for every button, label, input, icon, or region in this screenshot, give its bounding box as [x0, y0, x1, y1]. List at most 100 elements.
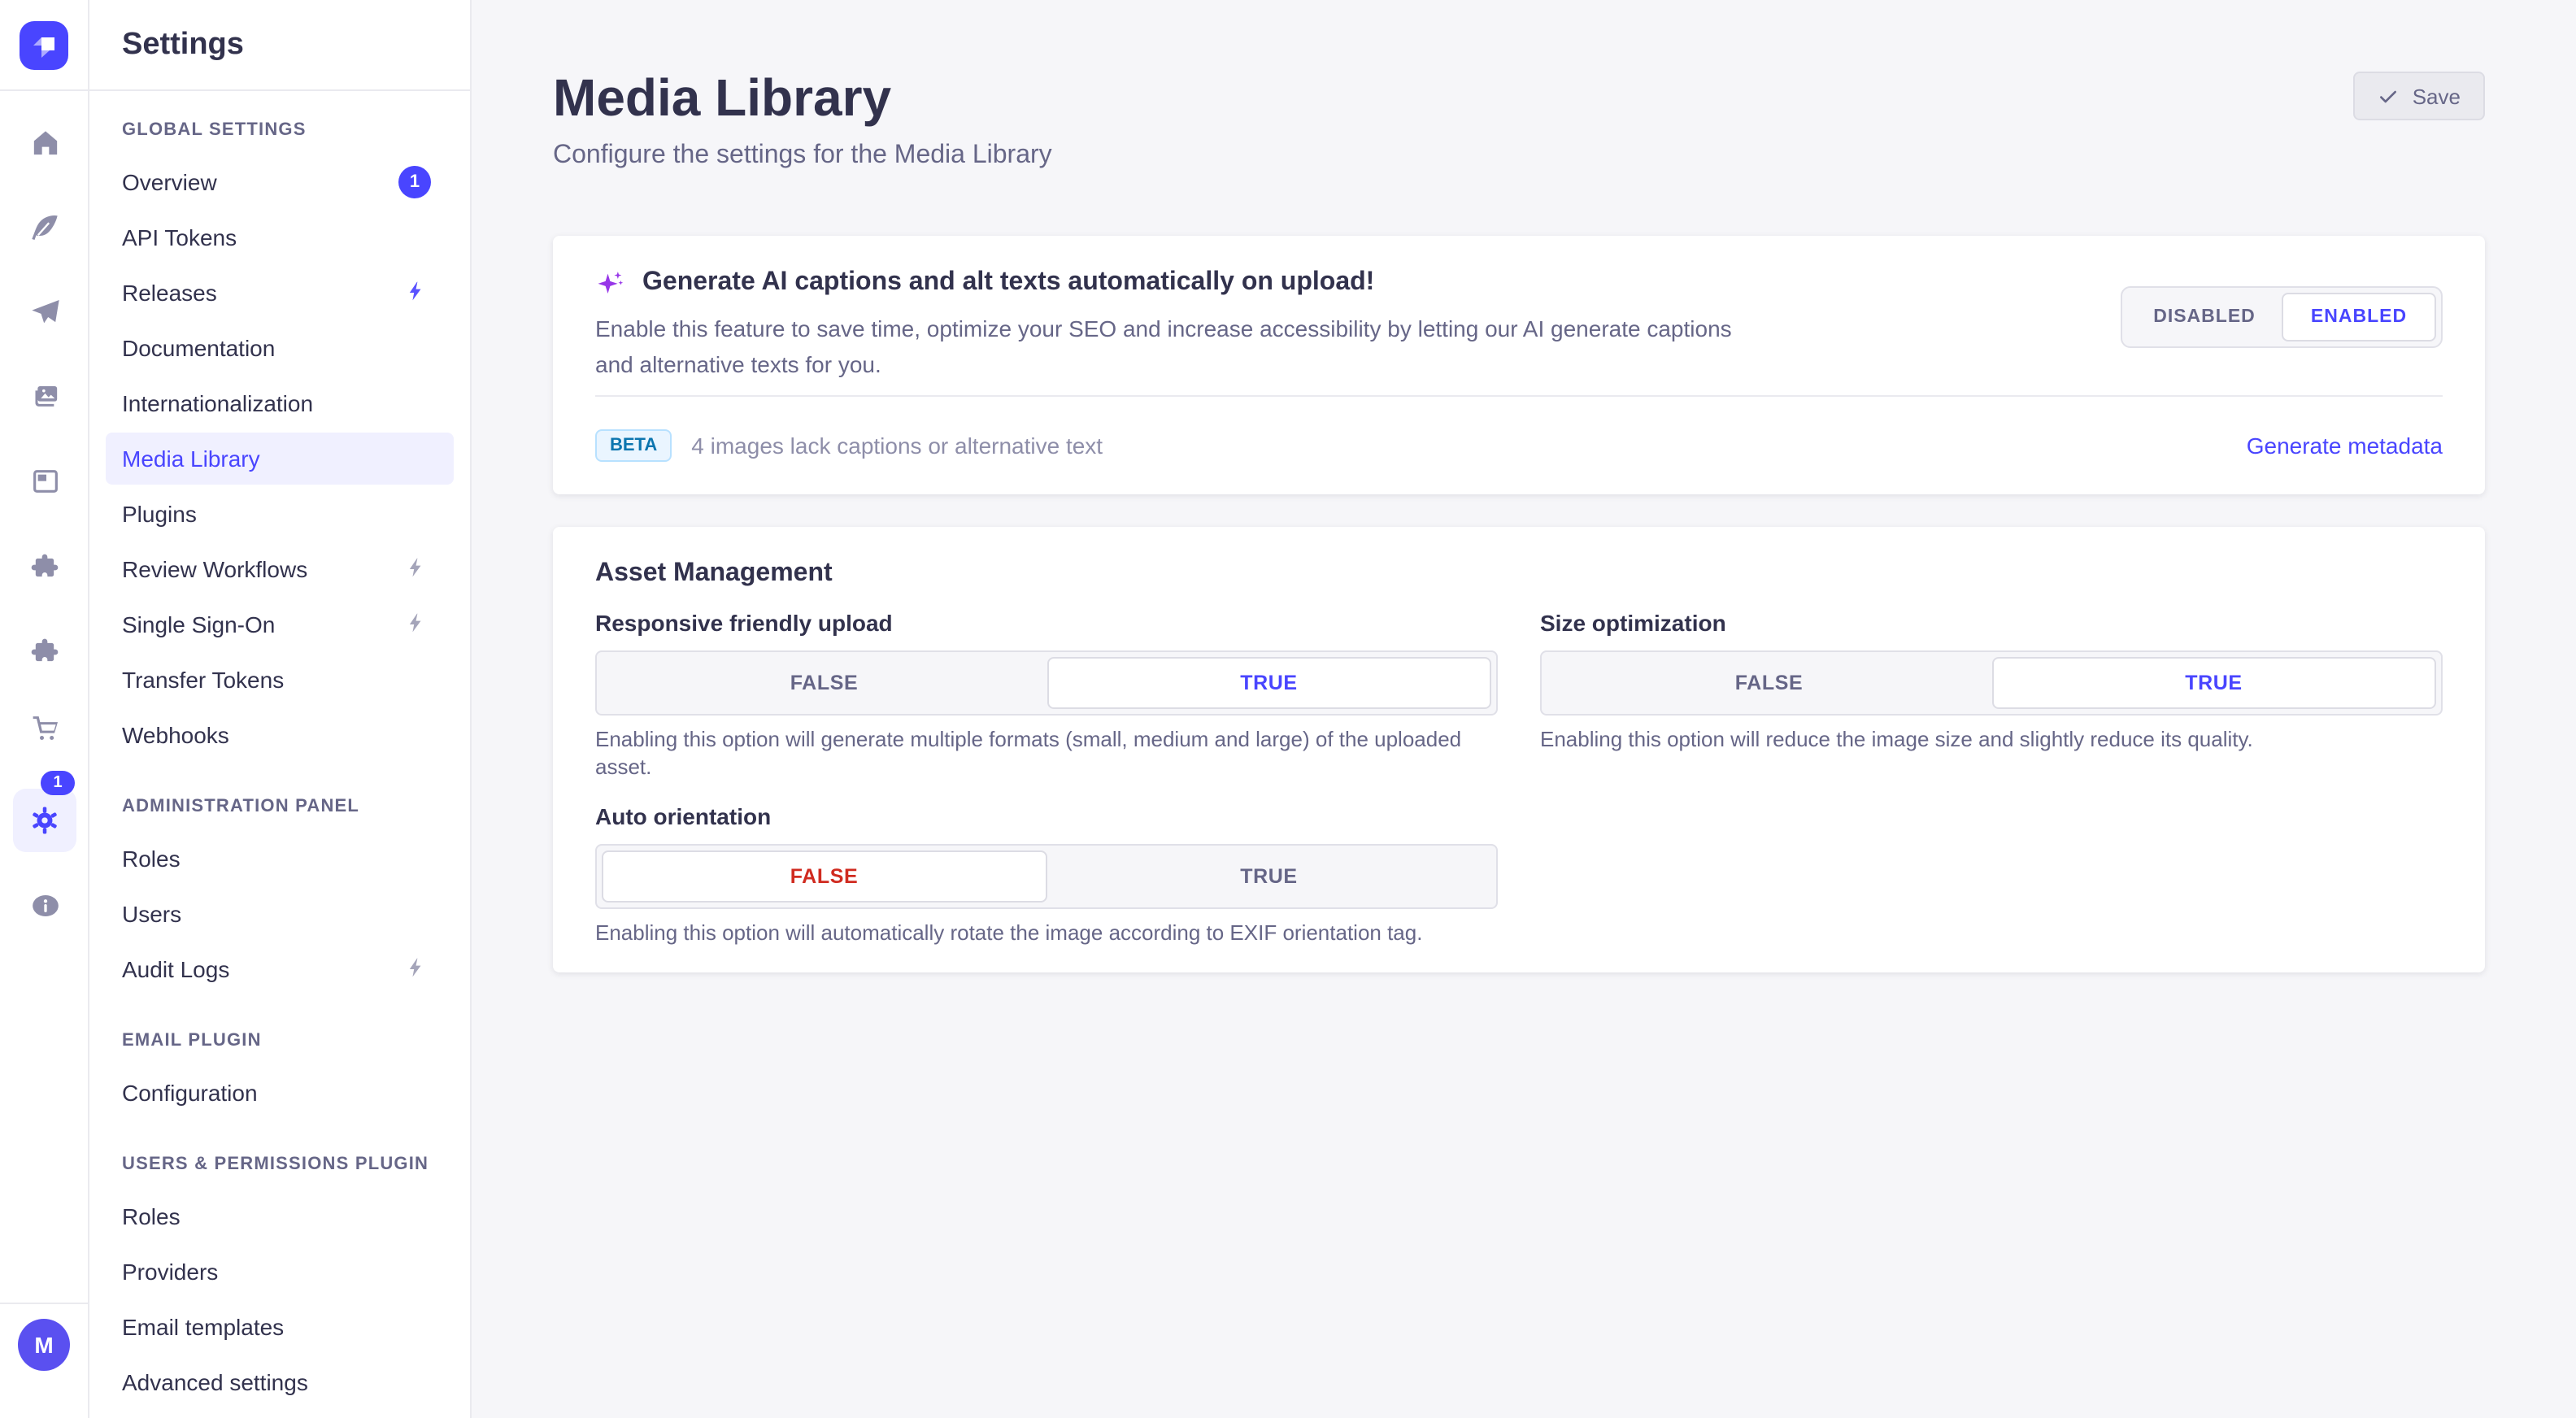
setting-field-auto-orientation: Auto orientation FALSETRUE Enabling this o… [595, 803, 1498, 946]
sidebar-item-transfer-tokens[interactable]: Transfer Tokens [106, 654, 454, 706]
ai-toggle-disabled-option[interactable]: DISABLED [2127, 293, 2282, 341]
sidebar-item-documentation[interactable]: Documentation [106, 322, 454, 374]
sidebar-item-plugins[interactable]: Plugins [106, 488, 454, 540]
shopping-cart-icon[interactable] [0, 712, 89, 745]
nav-section-label: USERS & PERMISSIONS PLUGIN [106, 1151, 454, 1177]
images-icon[interactable] [0, 381, 89, 413]
paper-plane-icon[interactable] [0, 296, 89, 328]
sidebar-item-label: Users [122, 901, 181, 927]
sidebar-item-single-sign-on[interactable]: Single Sign-On [106, 598, 454, 650]
user-avatar[interactable]: M [18, 1319, 70, 1371]
ai-enabled-toggle: DISABLED ENABLED [2121, 286, 2443, 348]
nav-section: GLOBAL SETTINGS Overview1 API Tokens Releas… [89, 117, 470, 761]
info-icon[interactable] [0, 890, 89, 922]
feather-icon[interactable] [0, 211, 89, 244]
sidebar-item-users[interactable]: Users [106, 888, 454, 940]
nav-section: EMAIL PLUGINConfiguration [89, 1028, 470, 1119]
sidebar-item-webhooks[interactable]: Webhooks [106, 709, 454, 761]
sidebar-item-label: Advanced settings [122, 1369, 308, 1395]
setting-field-size-optimization: Size optimizationFALSETRUEEnabling this … [1540, 610, 2443, 781]
sidebar-item-label: Review Workflows [122, 556, 307, 582]
sidebar-item-label: Configuration [122, 1080, 258, 1106]
asset-fields-grid: Responsive friendly uploadFALSETRUEEnabl… [595, 610, 2443, 946]
sidebar-item-roles[interactable]: Roles [106, 833, 454, 885]
ai-toggle-enabled-option[interactable]: ENABLED [2282, 293, 2436, 341]
sidebar-item-audit-logs[interactable]: Audit Logs [106, 943, 454, 995]
sidebar-item-email-templates[interactable]: Email templates [106, 1301, 454, 1353]
ai-card-description: Enable this feature to save time, optimi… [595, 311, 1773, 382]
sidebar-item-api-tokens[interactable]: API Tokens [106, 211, 454, 263]
lightning-icon [405, 279, 437, 307]
boolean-toggle: FALSETRUE [1540, 650, 2443, 716]
sidebar-item-label: Audit Logs [122, 956, 229, 982]
rail-divider [0, 1303, 88, 1304]
boolean-toggle: FALSETRUE [595, 844, 1498, 909]
sidebar-item-label: API Tokens [122, 224, 237, 250]
save-button-label: Save [2413, 84, 2461, 108]
settings-sidebar: Settings GLOBAL SETTINGS Overview1 API Tok… [89, 0, 472, 1418]
check-icon [2378, 85, 2400, 107]
home-icon[interactable] [0, 127, 89, 159]
sidebar-item-label: Roles [122, 1203, 181, 1229]
strapi-settings-page: 1 M Settings GLOBAL SETTINGS Overview1 API… [0, 0, 2576, 1418]
sidebar-item-label: Plugins [122, 501, 197, 527]
sidebar-item-advanced-settings[interactable]: Advanced settings [106, 1356, 454, 1408]
lightning-icon [405, 555, 437, 583]
sidebar-item-label: Internationalization [122, 390, 313, 416]
sidebar-item-label: Single Sign-On [122, 611, 275, 637]
sidebar-item-label: Releases [122, 280, 217, 306]
sidebar-item-overview[interactable]: Overview1 [106, 156, 454, 208]
sidebar-item-roles[interactable]: Roles [106, 1190, 454, 1242]
generate-metadata-link[interactable]: Generate metadata [2247, 433, 2443, 459]
nav-section: ADMINISTRATION PANEL Roles Users Audit Logs [89, 794, 470, 995]
sidebar-nav-list: GLOBAL SETTINGS Overview1 API Tokens Releas… [89, 91, 470, 1408]
toggle-option-false[interactable]: FALSE [602, 657, 1046, 709]
puzzle-icon[interactable] [0, 550, 89, 582]
page-subtitle: Configure the settings for the Media Lib… [553, 137, 2485, 176]
sidebar-item-internationalization[interactable]: Internationalization [106, 377, 454, 429]
settings-notification-badge: 1 [41, 771, 75, 795]
sidebar-item-providers[interactable]: Providers [106, 1246, 454, 1298]
nav-section-label: ADMINISTRATION PANEL [106, 794, 454, 820]
sidebar-item-label: Webhooks [122, 722, 229, 748]
puzzle-alt-icon[interactable] [0, 634, 89, 667]
sidebar-item-configuration[interactable]: Configuration [106, 1067, 454, 1119]
page-title: Media Library [553, 65, 2485, 130]
toggle-option-true[interactable]: TRUE [1046, 657, 1491, 709]
save-button[interactable]: Save [2354, 72, 2485, 120]
sidebar-item-label: Email templates [122, 1314, 284, 1340]
lightning-icon [405, 611, 437, 638]
sidebar-item-label: Documentation [122, 335, 275, 361]
sidebar-item-review-workflows[interactable]: Review Workflows [106, 543, 454, 595]
setting-field-responsive-friendly-upload: Responsive friendly uploadFALSETRUEEnabl… [595, 610, 1498, 781]
ai-card-title: Generate AI captions and alt texts autom… [642, 267, 1374, 299]
field-label: Size optimization [1540, 610, 2443, 637]
ai-card-divider [595, 395, 2443, 397]
sidebar-item-label: Overview [122, 169, 217, 195]
toggle-option-false[interactable]: FALSE [602, 850, 1046, 903]
toggle-option-true[interactable]: TRUE [1046, 850, 1491, 903]
sidebar-title: Settings [122, 27, 244, 63]
field-label: Responsive friendly upload [595, 610, 1498, 637]
missing-captions-text: 4 images lack captions or alternative te… [691, 433, 1103, 459]
nav-section: USERS & PERMISSIONS PLUGIN Roles Providers… [89, 1151, 470, 1408]
field-hint: Enabling this option will automatically … [595, 919, 1498, 946]
lightning-icon [405, 955, 437, 983]
field-label: Auto orientation [595, 803, 1498, 831]
toggle-option-true[interactable]: TRUE [1991, 657, 2436, 709]
sidebar-item-media-library[interactable]: Media Library [106, 433, 454, 485]
nav-section-label: GLOBAL SETTINGS [106, 117, 454, 143]
page-header: Media Library Configure the settings for… [553, 65, 2485, 176]
ai-captions-card: Generate AI captions and alt texts autom… [553, 236, 2485, 494]
boolean-toggle: FALSETRUE [595, 650, 1498, 716]
rail-header [0, 0, 88, 91]
toggle-option-false[interactable]: FALSE [1547, 657, 1991, 709]
sidebar-item-releases[interactable]: Releases [106, 267, 454, 319]
layout-icon[interactable] [0, 465, 89, 498]
sidebar-header: Settings [89, 0, 470, 91]
strapi-logo[interactable] [20, 20, 68, 69]
sidebar-item-label: Transfer Tokens [122, 667, 284, 693]
settings-icon[interactable] [13, 789, 76, 852]
asset-management-title: Asset Management [595, 558, 2443, 590]
ai-card-footer: BETA 4 images lack captions or alternati… [595, 429, 2443, 462]
